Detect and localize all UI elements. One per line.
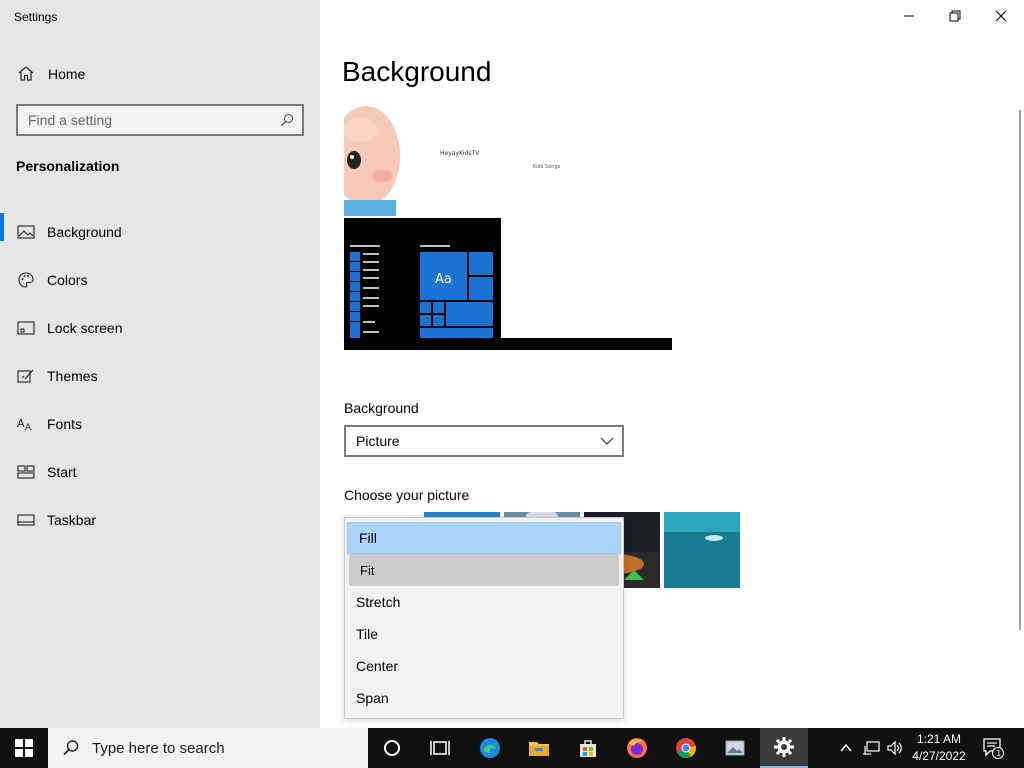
palette-icon	[16, 270, 36, 290]
cortana-button[interactable]	[368, 728, 416, 768]
fit-option-stretch[interactable]: Stretch	[345, 586, 623, 618]
folder-icon	[529, 742, 549, 756]
taskbar-search-placeholder: Type here to search	[92, 739, 225, 757]
firefox-icon	[627, 738, 647, 758]
window-title: Settings	[14, 10, 58, 24]
sidebar-item-label: Themes	[47, 368, 98, 384]
volume-tray-button[interactable]	[884, 728, 906, 768]
start-icon	[16, 462, 36, 482]
store-icon	[580, 740, 596, 757]
find-setting-input[interactable]	[18, 106, 268, 134]
sidebar-item-label: Colors	[47, 272, 88, 288]
network-tray-button[interactable]	[860, 728, 882, 768]
picture-icon	[16, 222, 36, 242]
choose-picture-label: Choose your picture	[344, 487, 470, 503]
photos-icon	[725, 740, 745, 756]
close-icon	[995, 10, 1007, 22]
search-icon[interactable]	[280, 113, 294, 127]
minimize-icon	[904, 15, 914, 17]
picture-thumbnail-4[interactable]	[664, 512, 740, 588]
sidebar-item-label: Fonts	[47, 416, 83, 432]
taskbar-clock[interactable]: 1:21 AM 4/27/2022	[904, 731, 974, 765]
photos-taskbar-button[interactable]	[711, 728, 759, 768]
window-controls	[886, 0, 1024, 32]
sidebar-item-taskbar[interactable]: Taskbar	[0, 496, 320, 544]
chrome-taskbar-button[interactable]	[662, 728, 710, 768]
wallpaper-text-1: HeyayKidsTV	[440, 150, 480, 157]
desktop-preview-image: HeyayKidsTV Kids Songs Aa	[344, 104, 672, 350]
fit-option-fit[interactable]: Fit	[349, 554, 619, 586]
fit-option-span[interactable]: Span	[345, 682, 623, 714]
fit-option-center[interactable]: Center	[345, 650, 623, 682]
wallpaper-text-2: Kids Songs	[533, 164, 561, 170]
start-button[interactable]	[0, 728, 48, 768]
network-icon	[863, 741, 880, 755]
sidebar-item-label: Background	[47, 224, 122, 240]
personalization-nav: Background Colors Lock screen Themes AA …	[0, 208, 320, 544]
minimize-button[interactable]	[886, 0, 932, 32]
background-type-value: Picture	[356, 433, 400, 449]
settings-taskbar-button[interactable]	[760, 728, 808, 768]
background-type-dropdown[interactable]: Picture	[344, 425, 624, 457]
settings-sidebar: Settings Home Personalization Background…	[0, 0, 320, 728]
task-view-icon	[430, 741, 450, 755]
lock-screen-icon	[16, 318, 36, 338]
close-button[interactable]	[978, 0, 1024, 32]
taskbar-icon	[16, 510, 36, 530]
notification-icon: 1	[983, 738, 1004, 759]
file-explorer-taskbar-button[interactable]	[515, 728, 563, 768]
sidebar-item-label: Taskbar	[47, 512, 97, 528]
home-icon	[18, 66, 34, 81]
edge-taskbar-button[interactable]	[466, 728, 514, 768]
show-hidden-icons-button[interactable]	[836, 728, 856, 768]
chevron-up-icon	[840, 743, 852, 752]
scrollbar[interactable]	[1019, 110, 1021, 630]
restore-icon	[949, 10, 961, 22]
fonts-icon: AA	[16, 414, 36, 434]
store-taskbar-button[interactable]	[564, 728, 612, 768]
windows-logo-icon	[15, 739, 33, 757]
sidebar-item-start[interactable]: Start	[0, 448, 320, 496]
chrome-icon	[676, 738, 697, 759]
tile-label: Aa	[435, 272, 452, 287]
svg-text:A: A	[25, 423, 32, 432]
edge-icon	[480, 738, 500, 758]
fit-option-tile[interactable]: Tile	[345, 618, 623, 650]
svg-text:A: A	[17, 417, 25, 430]
page-title: Background	[342, 56, 492, 87]
sidebar-item-themes[interactable]: Themes	[0, 352, 320, 400]
choose-fit-dropdown-list: Fill Fit Stretch Tile Center Span	[344, 517, 624, 719]
gear-icon	[774, 737, 794, 757]
sidebar-item-lock-screen[interactable]: Lock screen	[0, 304, 320, 352]
desktop-preview: HeyayKidsTV Kids Songs Aa	[344, 104, 672, 350]
firefox-taskbar-button[interactable]	[613, 728, 661, 768]
chevron-down-icon	[600, 437, 614, 445]
clock-date: 4/27/2022	[912, 749, 966, 763]
task-view-button[interactable]	[416, 728, 464, 768]
sidebar-item-label: Lock screen	[47, 320, 123, 336]
taskbar-search-box[interactable]: Type here to search	[48, 728, 368, 768]
sidebar-item-label: Start	[47, 464, 77, 480]
notification-count: 1	[996, 749, 1001, 758]
home-label: Home	[48, 66, 86, 82]
find-setting-search[interactable]	[16, 104, 304, 136]
taskbar: Type here to search 1:21 AM 4/27/2022 1	[0, 728, 1024, 768]
speaker-icon	[887, 740, 902, 756]
section-title: Personalization	[16, 158, 120, 174]
cortana-icon	[384, 740, 400, 756]
sidebar-item-background[interactable]: Background	[0, 208, 320, 256]
search-icon	[63, 740, 79, 756]
fit-option-fill[interactable]: Fill	[347, 522, 621, 554]
clock-time: 1:21 AM	[916, 732, 962, 746]
restore-button[interactable]	[932, 0, 978, 32]
sidebar-item-fonts[interactable]: AA Fonts	[0, 400, 320, 448]
themes-icon	[16, 366, 36, 386]
action-center-button[interactable]: 1	[978, 728, 1008, 768]
background-type-label: Background	[344, 400, 419, 416]
sidebar-item-colors[interactable]: Colors	[0, 256, 320, 304]
home-nav-item[interactable]: Home	[16, 62, 85, 86]
